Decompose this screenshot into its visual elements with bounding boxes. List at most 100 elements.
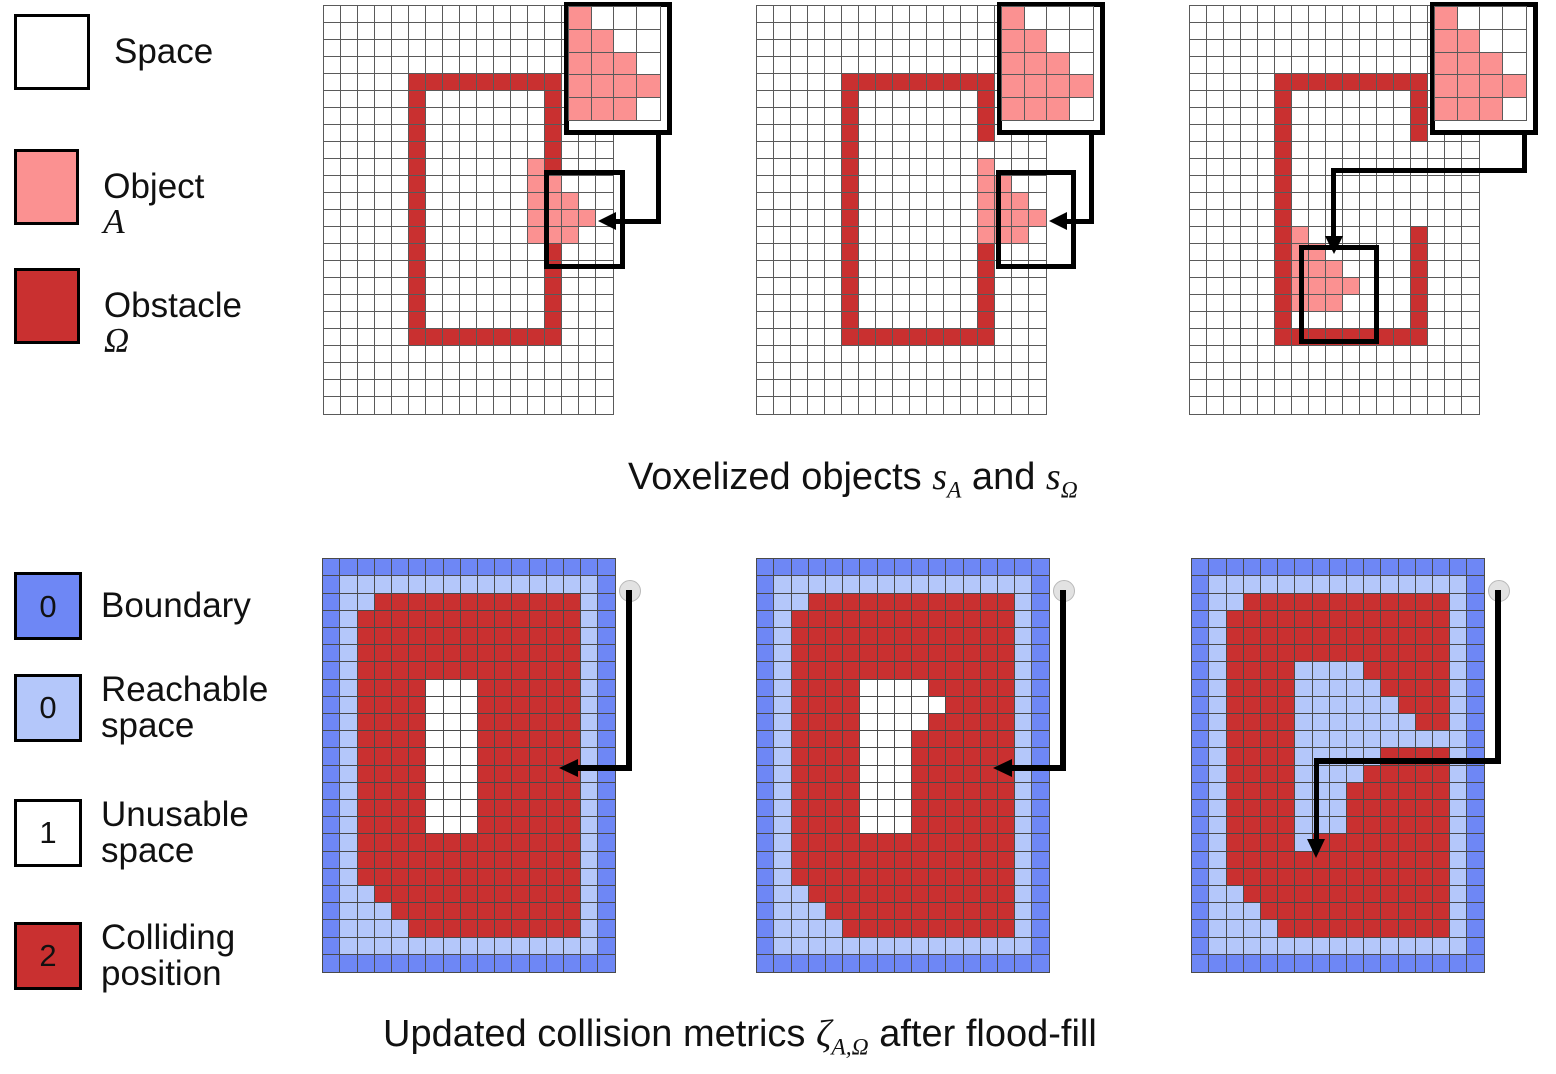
metric-cell xyxy=(1208,953,1228,973)
metric-cell xyxy=(893,885,913,904)
voxel-cell xyxy=(858,158,877,177)
metric-cell xyxy=(1466,936,1486,956)
metric-cell xyxy=(928,833,948,853)
voxel-cell xyxy=(875,141,894,160)
voxel-cell xyxy=(1342,56,1361,75)
metric-cell xyxy=(1014,781,1034,801)
metric-cell xyxy=(1225,781,1245,801)
voxel-cell xyxy=(943,379,962,398)
metric-cell xyxy=(962,799,982,818)
metric-cell xyxy=(945,678,965,698)
metric-cell xyxy=(997,936,1016,956)
metric-cell xyxy=(910,644,930,664)
metric-cell xyxy=(528,781,548,801)
voxel-cell xyxy=(374,328,393,347)
voxel-cell xyxy=(527,22,546,41)
voxel-cell xyxy=(476,396,495,415)
voxel-cell xyxy=(960,141,979,160)
metric-cell xyxy=(1311,712,1331,732)
voxel-cell xyxy=(578,396,597,415)
voxel-cell xyxy=(323,158,342,177)
voxel-cell xyxy=(1274,124,1293,143)
voxel-cell xyxy=(340,175,359,194)
metric-cell xyxy=(790,902,810,922)
leader-arrowhead xyxy=(1049,212,1068,231)
metric-cell xyxy=(442,712,462,732)
metric-cell xyxy=(511,902,531,922)
voxel-cell xyxy=(374,22,393,41)
voxel-cell xyxy=(960,158,979,177)
metric-cell xyxy=(979,833,999,853)
metric-cell xyxy=(322,764,342,784)
metric-cell xyxy=(997,730,1016,750)
metric-cell xyxy=(1449,695,1469,715)
voxel-cell xyxy=(357,73,376,92)
voxel-cell xyxy=(510,73,529,92)
metric-cell xyxy=(1449,661,1469,681)
metric-cell xyxy=(545,730,565,750)
metric-cell xyxy=(356,558,376,578)
voxel-cell xyxy=(875,90,894,109)
metric-cell xyxy=(563,850,582,870)
leader-line-vertical xyxy=(655,134,661,219)
metric-cell xyxy=(1311,695,1331,715)
metric-cell xyxy=(1191,558,1211,578)
voxel-cell xyxy=(1342,5,1361,24)
metric-cell xyxy=(1242,558,1262,578)
metric-cell xyxy=(356,936,376,956)
voxel-cell xyxy=(1359,39,1378,58)
zoom-voxel-cell xyxy=(1479,28,1504,54)
voxel-cell xyxy=(977,90,996,109)
voxel-cell xyxy=(790,294,809,313)
voxel-cell xyxy=(1427,141,1446,160)
voxel-cell xyxy=(391,396,410,415)
metric-cell xyxy=(790,885,810,904)
metric-cell xyxy=(928,626,948,646)
metric-cell xyxy=(511,695,531,715)
voxel-cell xyxy=(425,396,444,415)
voxel-cell xyxy=(841,226,860,245)
voxel-cell xyxy=(1461,226,1480,245)
metric-cell xyxy=(1311,644,1331,664)
metric-cell xyxy=(528,678,548,698)
metric-cell xyxy=(511,678,531,698)
voxel-cell xyxy=(561,311,580,330)
voxel-cell xyxy=(1223,141,1242,160)
voxel-cell xyxy=(1291,5,1310,24)
voxel-cell xyxy=(1342,396,1361,415)
metric-cell xyxy=(408,626,428,646)
metric-cell xyxy=(1225,609,1245,629)
metric-cell xyxy=(1466,730,1486,750)
metric-cell xyxy=(476,781,496,801)
metric-cell xyxy=(1449,609,1469,629)
voxel-cell xyxy=(875,226,894,245)
voxel-cell xyxy=(943,260,962,279)
voxel-cell xyxy=(1257,90,1276,109)
metric-cell xyxy=(945,575,965,595)
zoom-voxel-cell xyxy=(567,96,593,122)
metric-cell xyxy=(1466,953,1486,973)
voxel-cell xyxy=(790,56,809,75)
voxel-cell xyxy=(459,311,478,330)
voxel-cell xyxy=(756,294,775,313)
voxel-cell xyxy=(1444,192,1463,211)
metric-cell xyxy=(408,936,428,956)
metric-cell xyxy=(442,609,462,629)
metric-cell xyxy=(1277,885,1297,904)
voxel-cell xyxy=(1189,141,1208,160)
voxel-cell xyxy=(1274,226,1293,245)
metric-cell xyxy=(356,712,376,732)
voxel-cell xyxy=(442,56,461,75)
voxel-cell xyxy=(391,175,410,194)
metric-cell xyxy=(563,678,582,698)
metric-cell xyxy=(859,678,879,698)
metric-cell xyxy=(1363,609,1383,629)
voxel-cell xyxy=(1240,22,1259,41)
metric-cell xyxy=(580,885,600,904)
voxel-cell xyxy=(1427,260,1446,279)
metric-cell xyxy=(945,712,965,732)
metric-cell xyxy=(824,730,844,750)
metric-cell xyxy=(580,678,600,698)
voxel-cell xyxy=(357,379,376,398)
metric-cell xyxy=(790,867,810,887)
